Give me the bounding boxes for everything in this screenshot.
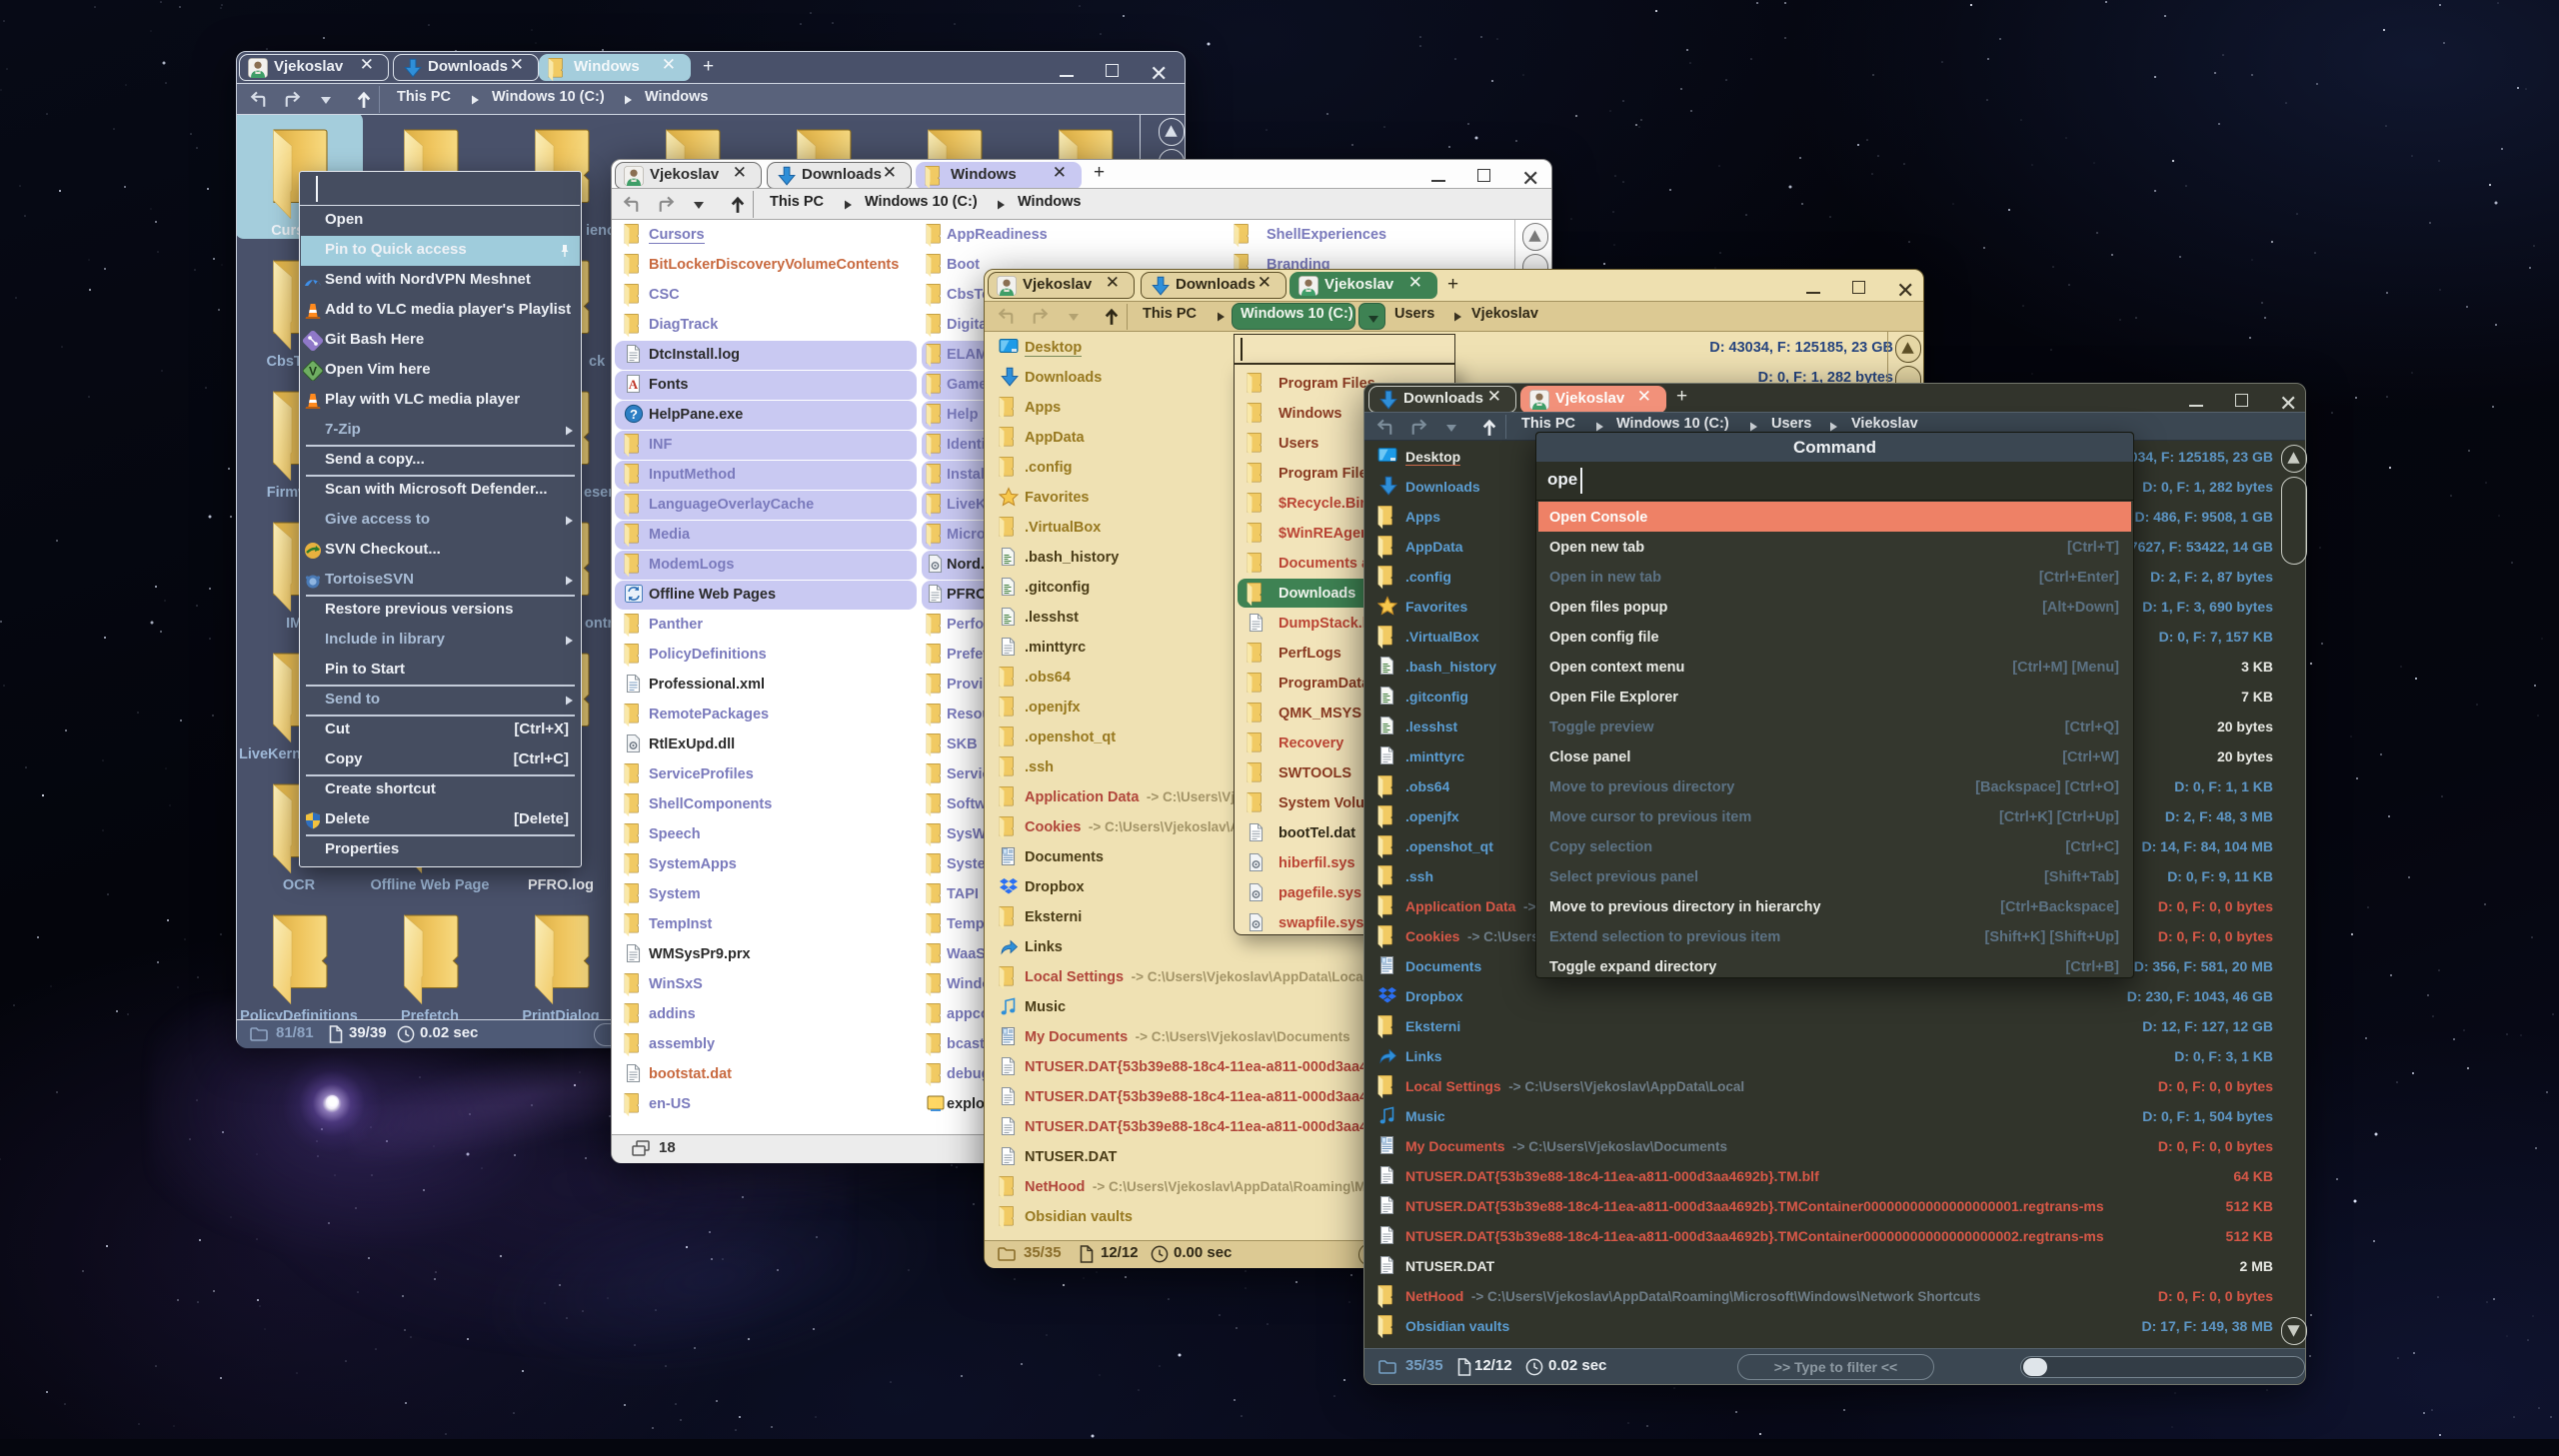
svg-text:?: ? — [630, 407, 638, 422]
svg-text:V: V — [309, 365, 317, 379]
svg-text:A: A — [629, 377, 639, 392]
